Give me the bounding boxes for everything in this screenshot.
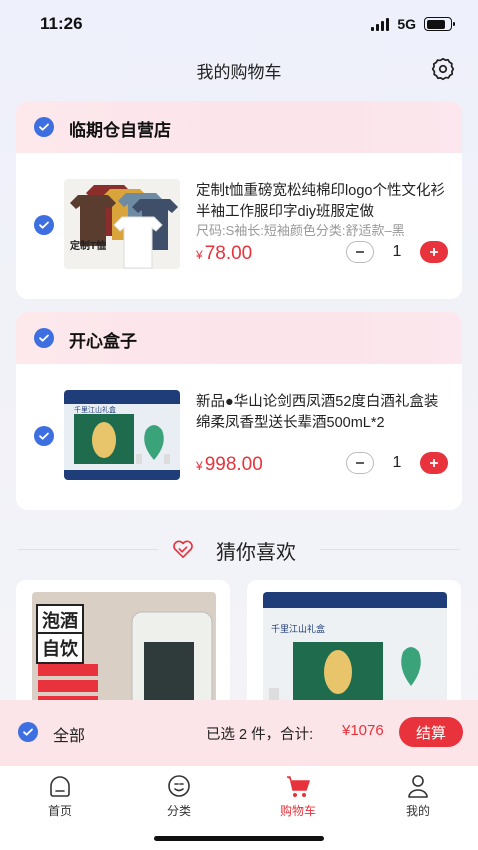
recommend-card[interactable]: 泡酒 自饮 xyxy=(16,580,230,720)
tab-label: 我的 xyxy=(405,804,430,818)
product-price: ¥998.00 xyxy=(196,454,263,476)
checkout-bar: 全部 已选 2 件，合计: ¥1076 结算 xyxy=(0,700,478,766)
tab-label: 首页 xyxy=(47,804,72,818)
heart-icon xyxy=(173,540,193,558)
check-icon xyxy=(23,728,33,736)
price-value: 78.00 xyxy=(204,243,253,264)
minus-icon xyxy=(356,462,364,464)
tab-label: 购物车 xyxy=(279,804,316,818)
check-icon xyxy=(39,432,49,440)
shop-card: 临期仓自营店 定制T恤 定制t恤重磅宽松纯棉印logo个性文化衫半袖工作服印字d… xyxy=(16,101,462,299)
page-title: 我的购物车 xyxy=(196,63,282,82)
shop-name[interactable]: 临期仓自营店 xyxy=(69,116,171,141)
currency-symbol: ¥ xyxy=(196,248,203,262)
profile-icon xyxy=(408,775,428,798)
status-indicators: 5G xyxy=(371,16,455,32)
check-icon xyxy=(39,221,49,229)
product-spec[interactable]: 尺码:S袖长:短袖颜色分类:舒适款–黑 xyxy=(196,220,446,239)
recommend-text: 自饮 xyxy=(36,632,84,664)
select-all-label[interactable]: 全部 xyxy=(53,722,85,746)
cart-item[interactable]: 定制T恤 定制t恤重磅宽松纯棉印logo个性文化衫半袖工作服印字diy班服定做 … xyxy=(16,153,462,299)
thumb-caption: 定制T恤 xyxy=(70,241,107,252)
signal-icon xyxy=(371,17,390,31)
shop-name[interactable]: 开心盒子 xyxy=(69,327,137,352)
settings-icon[interactable] xyxy=(430,56,456,82)
recommend-header: 猜你喜欢 xyxy=(0,534,478,564)
select-all-checkbox[interactable] xyxy=(18,722,38,742)
decrease-button[interactable] xyxy=(346,452,374,474)
cart-icon xyxy=(287,776,310,797)
currency-symbol: ¥ xyxy=(196,459,203,473)
increase-button[interactable] xyxy=(420,241,448,263)
product-price: ¥78.00 xyxy=(196,243,252,265)
price-value: 998.00 xyxy=(204,454,263,475)
cart-item[interactable]: 千里江山礼盒 新品●华山论剑西凤酒52度白酒礼盒装绵柔凤香型送长辈酒500mL*… xyxy=(16,364,462,510)
check-icon xyxy=(39,123,49,131)
quantity-stepper: 1 xyxy=(346,241,448,263)
total-price: ¥1076 xyxy=(342,722,384,739)
minus-icon xyxy=(356,251,364,253)
home-icon xyxy=(50,776,70,797)
shop-card: 开心盒子 千里江山礼盒 新品●华山论剑西凤酒52度白酒礼盒装绵柔凤香型送长辈酒5… xyxy=(16,312,462,510)
recommend-card[interactable]: 千里江山礼盒 xyxy=(247,580,461,720)
thumb-caption: 千里江山礼盒 xyxy=(74,407,116,414)
home-indicator xyxy=(154,836,324,841)
increase-button[interactable] xyxy=(420,452,448,474)
tab-profile[interactable]: 我的 xyxy=(378,772,458,819)
status-time: 11:26 xyxy=(40,14,83,33)
checkout-button[interactable]: 结算 xyxy=(399,717,463,747)
decrease-button[interactable] xyxy=(346,241,374,263)
status-bar: 11:26 5G xyxy=(0,0,478,48)
shop-checkbox[interactable] xyxy=(34,328,54,348)
recommend-text: 千里江山礼盒 xyxy=(271,624,326,634)
tab-category[interactable]: 分类 xyxy=(139,772,219,819)
product-title[interactable]: 定制t恤重磅宽松纯棉印logo个性文化衫半袖工作服印字diy班服定做 xyxy=(196,181,446,223)
product-image[interactable]: 千里江山礼盒 xyxy=(64,390,180,480)
nav-bar: 我的购物车 xyxy=(0,48,478,92)
item-checkbox[interactable] xyxy=(34,426,54,446)
check-icon xyxy=(39,334,49,342)
quantity-value[interactable]: 1 xyxy=(374,243,420,261)
selection-summary: 已选 2 件，合计: xyxy=(206,727,314,743)
battery-icon xyxy=(424,17,455,31)
shop-header: 临期仓自营店 xyxy=(16,101,462,153)
item-checkbox[interactable] xyxy=(34,215,54,235)
tab-home[interactable]: 首页 xyxy=(20,772,100,819)
divider xyxy=(18,549,158,550)
quantity-value[interactable]: 1 xyxy=(374,454,420,472)
shop-checkbox[interactable] xyxy=(34,117,54,137)
recommend-title: 猜你喜欢 xyxy=(216,542,296,564)
plus-icon xyxy=(430,248,438,256)
category-icon xyxy=(168,775,190,797)
product-image[interactable]: 定制T恤 xyxy=(64,179,180,269)
shop-header: 开心盒子 xyxy=(16,312,462,364)
tab-cart[interactable]: 购物车 xyxy=(258,772,338,819)
plus-icon xyxy=(430,459,438,467)
tab-label: 分类 xyxy=(166,804,191,818)
quantity-stepper: 1 xyxy=(346,452,448,474)
product-title[interactable]: 新品●华山论剑西凤酒52度白酒礼盒装绵柔凤香型送长辈酒500mL*2 xyxy=(196,392,446,434)
divider xyxy=(320,549,460,550)
network-label: 5G xyxy=(397,16,416,32)
